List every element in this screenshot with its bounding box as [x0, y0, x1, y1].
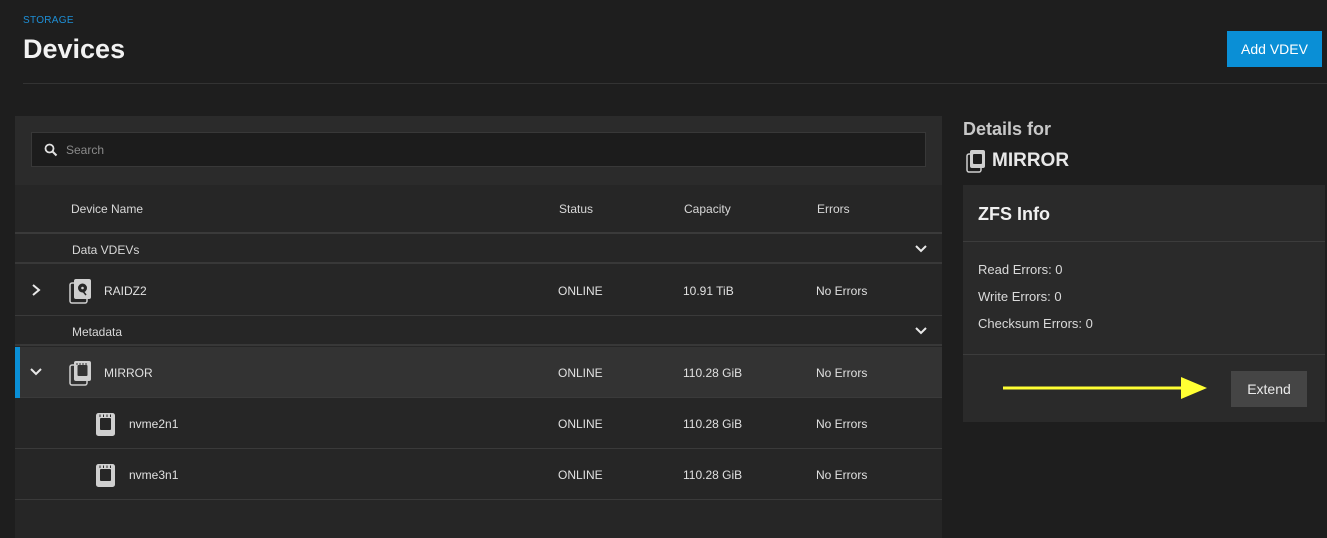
device-capacity: 110.28 GiB — [683, 417, 743, 431]
device-name: MIRROR — [104, 366, 153, 380]
table-row-nvme2n1[interactable]: nvme2n1 ONLINE 110.28 GiB No Errors — [15, 398, 942, 449]
ssd-disk-icon — [95, 462, 119, 488]
table-row-raidz2[interactable]: RAIDZ2 ONLINE 10.91 TiB No Errors — [15, 265, 942, 316]
device-status: ONLINE — [558, 366, 603, 380]
device-errors: No Errors — [816, 284, 868, 298]
device-tree-panel: Device Name Status Capacity Errors Data … — [15, 116, 942, 538]
device-errors: No Errors — [816, 468, 868, 482]
ssd-vdev-icon — [966, 149, 986, 173]
column-header-capacity[interactable]: Capacity — [684, 202, 731, 216]
write-errors: Write Errors: 0 — [978, 289, 1062, 304]
device-name: nvme2n1 — [129, 417, 179, 431]
page-title: Devices — [23, 34, 126, 64]
extend-button[interactable]: Extend — [1231, 371, 1307, 407]
column-header-device-name[interactable]: Device Name — [71, 202, 143, 216]
device-capacity: 10.91 TiB — [683, 284, 734, 298]
table-row-mirror[interactable]: MIRROR ONLINE 110.28 GiB No Errors — [15, 347, 942, 398]
details-heading: Details for — [963, 119, 1052, 139]
search-input[interactable] — [66, 142, 925, 157]
details-device-title: MIRROR — [966, 148, 1069, 174]
device-name: RAIDZ2 — [104, 284, 147, 298]
chevron-down-icon[interactable] — [29, 365, 43, 379]
selection-indicator — [15, 347, 20, 398]
search-box[interactable] — [31, 132, 926, 167]
device-errors: No Errors — [816, 417, 868, 431]
search-icon — [44, 143, 58, 157]
table-row-nvme3n1[interactable]: nvme3n1 ONLINE 110.28 GiB No Errors — [15, 449, 942, 500]
chevron-right-icon[interactable] — [29, 283, 43, 297]
device-capacity: 110.28 GiB — [683, 468, 743, 482]
divider — [963, 241, 1325, 242]
search-bar — [15, 116, 942, 185]
group-label: Data VDEVs — [72, 243, 140, 257]
device-errors: No Errors — [816, 366, 868, 380]
device-status: ONLINE — [558, 284, 603, 298]
device-status: ONLINE — [558, 468, 603, 482]
zfs-info-title: ZFS Info — [978, 204, 1050, 224]
ssd-disk-icon — [95, 411, 119, 437]
hdd-vdev-icon — [69, 278, 93, 304]
add-vdev-button[interactable]: Add VDEV — [1227, 31, 1322, 67]
device-status: ONLINE — [558, 417, 603, 431]
group-row-metadata[interactable]: Metadata — [15, 316, 942, 346]
ssd-vdev-icon — [69, 360, 93, 386]
column-header-errors[interactable]: Errors — [817, 202, 850, 216]
checksum-errors: Checksum Errors: 0 — [978, 316, 1093, 331]
read-errors: Read Errors: 0 — [978, 262, 1063, 277]
details-device-name: MIRROR — [992, 150, 1070, 171]
header-divider — [23, 83, 1327, 84]
annotation-arrow-icon — [1003, 377, 1207, 399]
divider — [963, 354, 1325, 355]
chevron-down-icon[interactable] — [914, 324, 928, 338]
column-header-status[interactable]: Status — [559, 202, 593, 216]
breadcrumb[interactable]: STORAGE — [23, 15, 74, 26]
group-label: Metadata — [72, 325, 123, 339]
group-row-data-vdevs[interactable]: Data VDEVs — [15, 234, 942, 264]
device-name: nvme3n1 — [129, 468, 179, 482]
chevron-down-icon[interactable] — [914, 242, 928, 256]
device-capacity: 110.28 GiB — [683, 366, 743, 380]
